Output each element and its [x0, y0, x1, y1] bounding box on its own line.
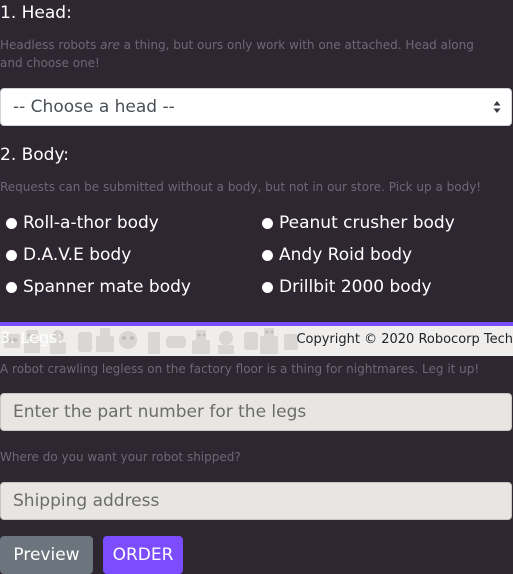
- head-select-value: -- Choose a head --: [13, 97, 175, 117]
- order-form-page: 1. Head: Headless robots are a thing, bu…: [0, 0, 513, 574]
- radio-body-4[interactable]: Andy Roid body: [262, 244, 412, 266]
- radio-label: Peanut crusher body: [279, 213, 455, 233]
- head-heading: 1. Head:: [0, 3, 72, 23]
- shipping-help-text: Where do you want your robot shipped?: [0, 450, 241, 464]
- radio-dot[interactable]: [262, 217, 273, 229]
- radio-dot[interactable]: [6, 281, 17, 293]
- chevron-up-down-icon: [493, 100, 501, 114]
- radio-body-2[interactable]: Peanut crusher body: [262, 212, 455, 234]
- legs-input-placeholder: Enter the part number for the legs: [13, 402, 307, 422]
- legs-input[interactable]: Enter the part number for the legs: [0, 393, 512, 431]
- preview-button[interactable]: Preview: [0, 536, 93, 574]
- radio-dot[interactable]: [262, 281, 273, 293]
- copyright-text: Copyright © 2020 Robocorp Tech: [296, 332, 513, 347]
- radio-body-6[interactable]: Drillbit 2000 body: [262, 276, 432, 298]
- radio-label: D.A.V.E body: [23, 245, 132, 265]
- radio-dot[interactable]: [6, 249, 17, 261]
- body-help-text: Requests can be submitted without a body…: [0, 180, 482, 194]
- legs-heading: 3. Legs:: [0, 328, 63, 347]
- radio-dot[interactable]: [6, 217, 17, 229]
- head-select[interactable]: -- Choose a head --: [0, 88, 512, 126]
- radio-body-5[interactable]: Spanner mate body: [6, 276, 191, 298]
- shipping-address-input[interactable]: Shipping address: [0, 482, 512, 520]
- radio-body-1[interactable]: Roll-a-thor body: [6, 212, 159, 234]
- radio-body-3[interactable]: D.A.V.E body: [6, 244, 131, 266]
- radio-label: Spanner mate body: [23, 277, 191, 297]
- head-help-text: Headless robots are a thing, but ours on…: [0, 38, 474, 70]
- shipping-input-placeholder: Shipping address: [13, 491, 160, 511]
- radio-dot[interactable]: [262, 249, 273, 261]
- site-footer: 3. Legs: Copyright © 2020 Robocorp Tech: [0, 322, 513, 356]
- radio-label: Andy Roid body: [279, 245, 413, 265]
- body-heading: 2. Body:: [0, 145, 70, 165]
- radio-label: Drillbit 2000 body: [279, 277, 432, 297]
- order-button[interactable]: ORDER: [103, 536, 183, 574]
- radio-label: Roll-a-thor body: [23, 213, 159, 233]
- legs-help-text: A robot crawling legless on the factory …: [0, 362, 480, 376]
